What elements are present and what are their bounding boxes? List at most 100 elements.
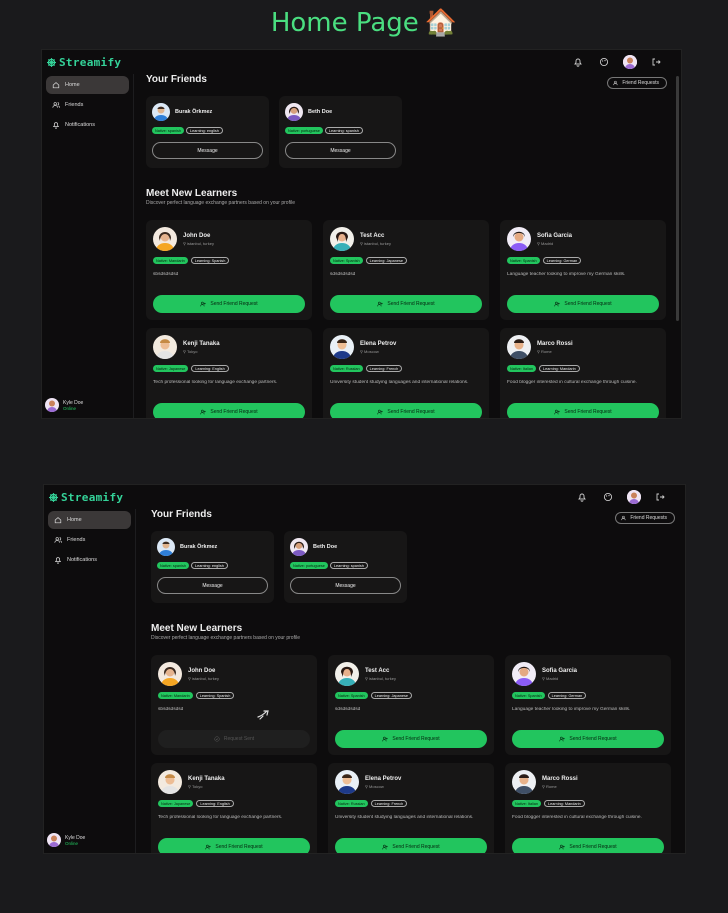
sidebar-item-label: Notifications xyxy=(65,122,95,128)
sidebar-item-home[interactable]: Home xyxy=(46,76,129,94)
main-content: Your Friends Friend Requests Burak Örkme… xyxy=(151,509,675,853)
logo-icon xyxy=(49,493,58,502)
learner-location: ⚲ Rome xyxy=(542,783,557,789)
users-icon xyxy=(54,537,62,543)
sidebar-item-notifications[interactable]: Notifications xyxy=(46,116,129,134)
top-bar: Streamify xyxy=(42,50,681,74)
learning-language-badge: Learning: english xyxy=(185,127,223,134)
user-plus-icon xyxy=(382,736,389,742)
learner-name: Kenji Tanaka xyxy=(188,775,225,782)
logout-icon[interactable] xyxy=(653,490,667,504)
send-friend-request-button[interactable]: Send Friend Request xyxy=(153,295,305,313)
learner-name: Elena Petrov xyxy=(360,340,397,347)
sidebar-item-friends[interactable]: Friends xyxy=(48,531,131,549)
send-friend-request-button[interactable]: Send Friend Request xyxy=(330,295,482,313)
scrollbar[interactable] xyxy=(676,76,679,321)
learning-language-badge: Learning: Japanese xyxy=(370,692,412,699)
friend-requests-button[interactable]: Friend Requests xyxy=(615,512,675,524)
learning-language-badge: Learning: spanish xyxy=(324,127,363,134)
friend-card: Burak Örkmez Native: spanish Learning: e… xyxy=(151,531,274,603)
send-friend-request-button[interactable]: Send Friend Request xyxy=(512,730,664,748)
learner-card: Marco Rossi ⚲ Rome Native: Italian Learni… xyxy=(500,328,666,418)
learner-bio: Language teacher looking to improve my G… xyxy=(512,707,631,712)
send-friend-request-button[interactable]: Send Friend Request xyxy=(330,403,482,418)
sidebar-item-label: Friends xyxy=(65,102,84,108)
sidebar-item-home[interactable]: Home xyxy=(48,511,131,529)
user-plus-icon xyxy=(559,736,566,742)
learning-language-badge: Learning: French xyxy=(365,365,403,372)
native-language-badge: Native: Mandarin xyxy=(158,692,193,699)
button-label: Send Friend Request xyxy=(215,844,263,850)
user-plus-icon xyxy=(200,301,207,307)
send-friend-request-button[interactable]: Send Friend Request xyxy=(512,838,664,853)
logo[interactable]: Streamify xyxy=(49,491,123,504)
send-friend-request-button[interactable]: Send Friend Request xyxy=(507,295,659,313)
logo[interactable]: Streamify xyxy=(47,56,121,69)
learning-language-badge: Learning: Mandarin xyxy=(544,800,585,807)
learner-name: Marco Rossi xyxy=(537,340,573,347)
learner-name: John Doe xyxy=(183,232,211,239)
user-plus-icon xyxy=(554,301,561,307)
learner-bio: University student studying languages an… xyxy=(330,380,469,385)
learner-location: ⚲ Madrid xyxy=(537,240,554,246)
learner-card: Kenji Tanaka ⚲ Tokyo Native: Japanese Lea… xyxy=(151,763,317,853)
learner-card: Kenji Tanaka ⚲ Tokyo Native: Japanese Lea… xyxy=(146,328,312,418)
section-title-friends: Your Friends xyxy=(146,74,207,85)
learning-language-badge: Learning: spanish xyxy=(329,562,368,569)
palette-icon[interactable] xyxy=(597,55,611,69)
avatar xyxy=(45,398,59,412)
learner-location: ⚲ istanbul, turkey xyxy=(360,240,391,246)
learner-name: John Doe xyxy=(188,667,216,674)
message-button[interactable]: Message xyxy=(290,577,401,594)
message-button[interactable]: Message xyxy=(152,142,263,159)
native-language-badge: Native: Japanese xyxy=(158,800,194,807)
avatar[interactable] xyxy=(627,490,641,504)
logout-icon[interactable] xyxy=(649,55,663,69)
avatar[interactable] xyxy=(623,55,637,69)
sidebar-item-friends[interactable]: Friends xyxy=(46,96,129,114)
bell-icon[interactable] xyxy=(571,55,585,69)
message-button[interactable]: Message xyxy=(285,142,396,159)
friend-requests-button[interactable]: Friend Requests xyxy=(607,77,667,89)
native-language-badge: Native: Spanish xyxy=(330,257,363,264)
button-label: Send Friend Request xyxy=(392,844,440,850)
palette-icon[interactable] xyxy=(601,490,615,504)
sidebar-item-label: Friends xyxy=(67,537,86,543)
button-label: Send Friend Request xyxy=(210,409,258,415)
learner-name: Kenji Tanaka xyxy=(183,340,220,347)
send-friend-request-button[interactable]: Send Friend Request xyxy=(335,838,487,853)
friend-name: Burak Örkmez xyxy=(175,109,213,115)
bell-icon[interactable] xyxy=(575,490,589,504)
section-title-learners: Meet New Learners xyxy=(151,623,243,634)
button-label: Send Friend Request xyxy=(564,301,612,307)
learner-card: Test Acc ⚲ istanbul, turkey Native: Spani… xyxy=(323,220,489,320)
learner-location: ⚲ Tokyo xyxy=(188,783,203,789)
message-button[interactable]: Message xyxy=(157,577,268,594)
learner-bio: sdsdsdsdsd xyxy=(335,707,361,712)
sidebar-user[interactable]: Kyle Doe Online xyxy=(45,398,83,412)
learner-bio: Tech professional looking for language e… xyxy=(153,380,278,385)
sidebar-user[interactable]: Kyle Doe Online xyxy=(47,833,85,847)
home-icon xyxy=(54,517,62,524)
send-friend-request-button[interactable]: Send Friend Request xyxy=(507,403,659,418)
learner-bio: sbsdsdsdsd xyxy=(153,272,179,277)
learner-card: Sofia Garcia ⚲ Madrid Native: Spanish Lea… xyxy=(505,655,671,755)
send-friend-request-button[interactable]: Send Friend Request xyxy=(158,838,310,853)
user-plus-icon xyxy=(382,844,389,850)
button-label: Send Friend Request xyxy=(392,736,440,742)
main-content: Your Friends Friend Requests Burak Örkme… xyxy=(146,74,667,418)
sidebar-item-notifications[interactable]: Notifications xyxy=(48,551,131,569)
avatar xyxy=(335,662,359,686)
send-friend-request-button[interactable]: Send Friend Request xyxy=(335,730,487,748)
send-friend-request-button[interactable]: Send Friend Request xyxy=(153,403,305,418)
friend-card: Beth Doe Native: portuguese Learning: sp… xyxy=(279,96,402,168)
button-label: Send Friend Request xyxy=(569,844,617,850)
request-sent-button[interactable]: Request Sent xyxy=(158,730,310,748)
top-bar: Streamify xyxy=(44,485,685,509)
avatar xyxy=(157,538,175,556)
native-language-badge: Native: Mandarin xyxy=(153,257,188,264)
learner-name: Elena Petrov xyxy=(365,775,402,782)
avatar xyxy=(153,335,177,359)
button-label: Send Friend Request xyxy=(569,736,617,742)
learning-language-badge: Learning: English xyxy=(191,365,229,372)
